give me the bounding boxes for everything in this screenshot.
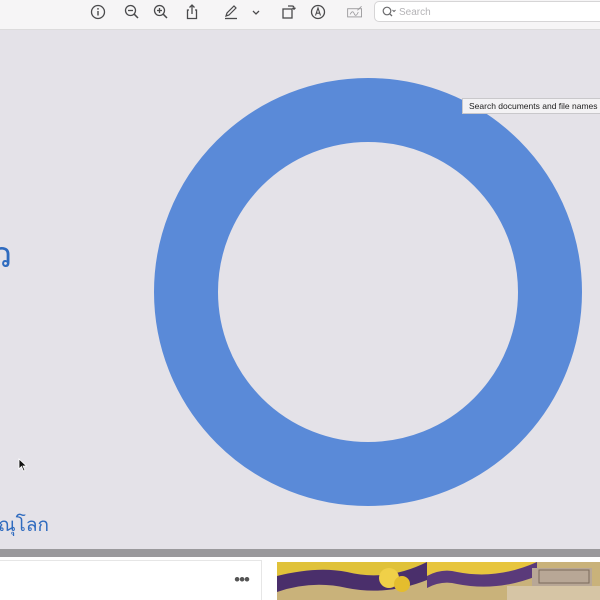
share-button[interactable] — [181, 2, 203, 22]
annotate-button[interactable] — [307, 2, 329, 22]
toolbar — [0, 0, 600, 30]
photo-thumbnail[interactable] — [277, 562, 600, 600]
info-icon — [90, 4, 106, 20]
document-view[interactable]: ว Search documents and file names ณุโลก — [0, 30, 600, 552]
thai-glyph-left: ว — [0, 235, 13, 276]
search-tooltip: Search documents and file names — [462, 98, 600, 114]
share-icon — [186, 4, 198, 20]
zoom-in-icon — [153, 4, 168, 19]
screen: ว Search documents and file names ณุโลก … — [0, 0, 600, 600]
window-bottom-bar — [0, 549, 600, 557]
search-field[interactable] — [374, 1, 600, 22]
markup-button[interactable] — [220, 2, 242, 22]
info-button[interactable] — [87, 2, 109, 22]
thai-text-fragment: ณุโลก — [0, 514, 49, 536]
chevron-down-icon — [252, 10, 260, 15]
ring-shape — [154, 78, 582, 506]
signature-icon — [347, 5, 362, 18]
search-icon — [382, 6, 396, 17]
rotate-button[interactable] — [277, 2, 299, 22]
mouse-cursor-icon — [18, 458, 28, 472]
zoom-out-button[interactable] — [121, 2, 143, 22]
rotate-icon — [282, 5, 296, 19]
more-options-button[interactable]: ••• — [234, 571, 250, 588]
zoom-in-button[interactable] — [150, 2, 172, 22]
search-input[interactable] — [399, 4, 599, 20]
pen-icon — [225, 5, 237, 20]
signature-button[interactable] — [343, 2, 367, 22]
annotate-icon — [310, 4, 326, 20]
zoom-out-icon — [124, 4, 139, 19]
bottom-card: ••• — [0, 560, 262, 600]
markup-menu-button[interactable] — [248, 2, 264, 22]
